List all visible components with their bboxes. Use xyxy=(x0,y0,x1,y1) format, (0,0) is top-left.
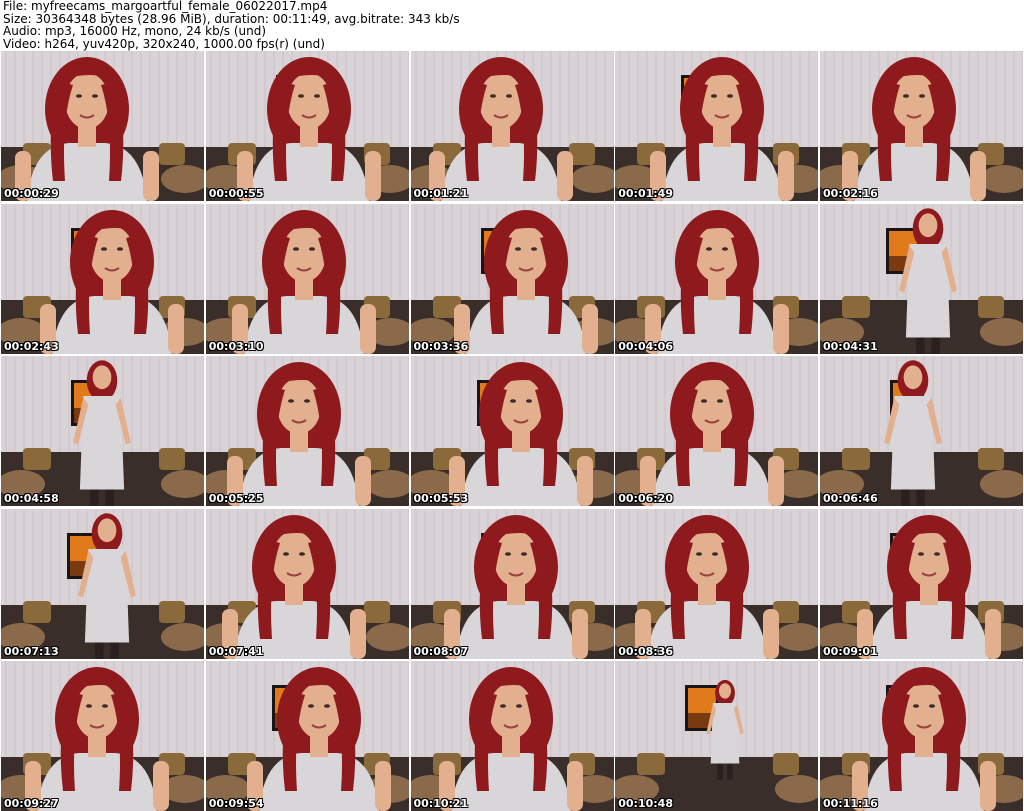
frame-timestamp: 00:02:43 xyxy=(4,339,59,353)
video-frame-thumbnail: 00:03:10 xyxy=(205,203,409,354)
frame-timestamp: 00:02:16 xyxy=(823,187,878,200)
frame-image xyxy=(1,508,204,659)
frame-image xyxy=(615,508,819,659)
video-frame-thumbnail: 00:02:16 xyxy=(820,51,1023,201)
frame-timestamp: 00:08:07 xyxy=(413,644,469,658)
video-info-line: Video: h264, yuv420p, 320x240, 1000.00 f… xyxy=(3,36,325,51)
frame-timestamp: 00:01:49 xyxy=(618,187,673,200)
frame-timestamp: 00:07:41 xyxy=(208,644,264,658)
video-frame-thumbnail: 00:09:27 xyxy=(1,661,204,811)
video-frame-thumbnail: 00:06:20 xyxy=(615,356,819,506)
video-frame-thumbnail: 00:10:21 xyxy=(410,661,614,811)
video-frame-thumbnail: 00:07:41 xyxy=(205,508,409,659)
audio-info-line: Audio: mp3, 16000 Hz, mono, 24 kb/s (und… xyxy=(3,24,267,38)
video-frame-thumbnail: 00:09:01 xyxy=(820,508,1023,659)
frame-image xyxy=(410,51,614,201)
frame-timestamp: 00:06:20 xyxy=(618,492,673,505)
file-name-line: File: myfreecams_margoartful_female_0602… xyxy=(3,0,328,13)
video-frame-thumbnail: 00:08:07 xyxy=(410,508,614,659)
frame-timestamp: 00:11:16 xyxy=(823,797,878,810)
frame-timestamp: 00:03:10 xyxy=(208,339,264,353)
frame-image xyxy=(205,203,409,354)
frame-image xyxy=(615,661,819,811)
frame-image xyxy=(820,356,1023,506)
frame-image xyxy=(820,661,1023,811)
frame-timestamp: 00:09:27 xyxy=(4,797,59,810)
frame-timestamp: 00:01:21 xyxy=(413,187,469,200)
frame-image xyxy=(1,356,204,506)
frame-image xyxy=(615,356,819,506)
frame-image xyxy=(820,51,1023,201)
frame-image xyxy=(615,51,819,201)
frame-image xyxy=(205,508,409,659)
frame-image xyxy=(205,661,409,811)
frame-timestamp: 00:07:13 xyxy=(4,644,59,658)
video-frame-thumbnail: 00:05:53 xyxy=(410,356,614,506)
video-frame-thumbnail: 00:07:13 xyxy=(1,508,204,659)
frame-image xyxy=(410,508,614,659)
frame-timestamp: 00:09:54 xyxy=(208,797,264,810)
video-frame-thumbnail: 00:04:58 xyxy=(1,356,204,506)
frame-image xyxy=(1,661,204,811)
frame-image xyxy=(205,51,409,201)
video-frame-thumbnail: 00:06:46 xyxy=(820,356,1023,506)
frame-timestamp: 00:04:58 xyxy=(4,492,59,505)
frame-image xyxy=(410,203,614,354)
video-frame-thumbnail: 00:01:49 xyxy=(615,51,819,201)
video-frame-thumbnail: 00:09:54 xyxy=(205,661,409,811)
frame-timestamp: 00:09:01 xyxy=(823,644,878,658)
frame-timestamp: 00:03:36 xyxy=(413,339,469,353)
video-frame-thumbnail: 00:05:25 xyxy=(205,356,409,506)
frame-image xyxy=(1,51,204,201)
video-frame-thumbnail: 00:11:16 xyxy=(820,661,1023,811)
frame-timestamp: 00:04:06 xyxy=(618,339,673,353)
video-frame-thumbnail: 00:04:31 xyxy=(820,203,1023,354)
video-frame-thumbnail: 00:08:36 xyxy=(615,508,819,659)
frame-timestamp: 00:04:31 xyxy=(823,339,878,353)
frame-timestamp: 00:06:46 xyxy=(823,492,878,505)
frame-timestamp: 00:00:29 xyxy=(4,187,59,200)
frame-timestamp: 00:05:53 xyxy=(413,492,469,505)
video-frame-thumbnail: 00:10:48 xyxy=(615,661,819,811)
thumbnail-grid: 00:00:29 00:00:55 00:01:21 00:01:49 00:02:16… xyxy=(1,51,1023,811)
frame-image xyxy=(820,508,1023,659)
frame-timestamp: 00:00:55 xyxy=(208,187,264,200)
frame-timestamp: 00:08:36 xyxy=(618,644,673,658)
frame-timestamp: 00:05:25 xyxy=(208,492,264,505)
video-frame-thumbnail: 00:03:36 xyxy=(410,203,614,354)
frame-image xyxy=(205,356,409,506)
frame-image xyxy=(410,356,614,506)
video-frame-thumbnail: 00:04:06 xyxy=(615,203,819,354)
video-frame-thumbnail: 00:00:29 xyxy=(1,51,204,201)
file-info-header: File: myfreecams_margoartful_female_0602… xyxy=(3,0,1021,50)
frame-timestamp: 00:10:21 xyxy=(413,797,469,810)
frame-image xyxy=(410,661,614,811)
video-frame-thumbnail: 00:02:43 xyxy=(1,203,204,354)
frame-image xyxy=(1,203,204,354)
frame-image xyxy=(820,203,1023,354)
video-frame-thumbnail: 00:00:55 xyxy=(205,51,409,201)
video-frame-thumbnail: 00:01:21 xyxy=(410,51,614,201)
frame-timestamp: 00:10:48 xyxy=(618,797,673,810)
frame-image xyxy=(615,203,819,354)
